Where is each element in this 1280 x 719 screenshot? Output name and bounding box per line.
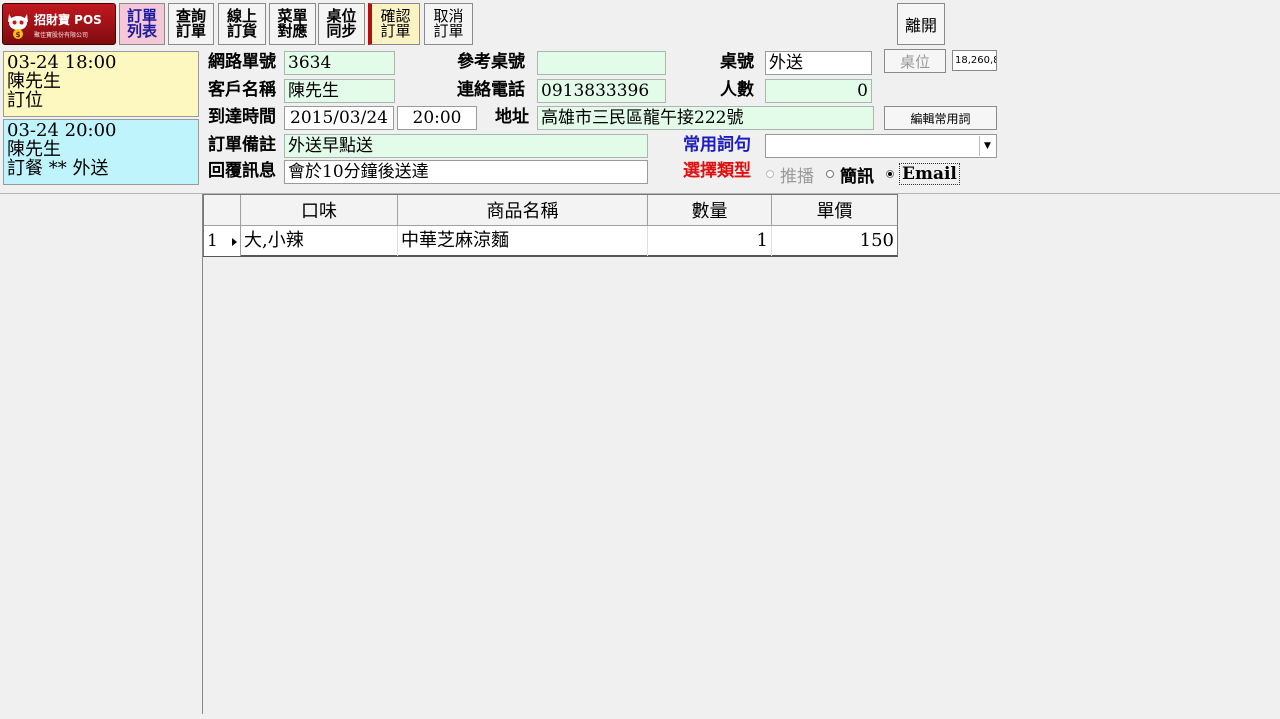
order-items-grid[interactable]: 口味 商品名稱 數量 單價 1 大,小辣 中華芝麻涼麵 1 150	[203, 194, 898, 257]
order-list-item[interactable]: 03-24 18:00 陳先生 訂位	[3, 51, 199, 117]
reply-label: 回覆訊息	[208, 161, 276, 181]
column-header-product[interactable]: 商品名稱	[398, 195, 648, 226]
cell-price[interactable]: 150	[772, 226, 897, 256]
svg-text:$: $	[16, 31, 21, 39]
order-no-field[interactable]: 3634	[284, 51, 395, 75]
query-order-button[interactable]: 查詢訂單	[168, 3, 214, 45]
phrase-label: 常用詞句	[683, 135, 751, 155]
order-customer: 陳先生	[7, 71, 61, 92]
column-header-price[interactable]: 單價	[772, 195, 897, 226]
people-label: 人數	[720, 80, 754, 100]
cell-product[interactable]: 中華芝麻涼麵	[398, 226, 648, 256]
type-email-radio[interactable]: Email	[886, 163, 960, 185]
logo-title: 招財寶 POS	[34, 13, 102, 27]
radio-icon	[826, 170, 834, 178]
phone-label: 連絡電話	[457, 80, 525, 100]
column-header-qty[interactable]: 數量	[648, 195, 772, 226]
type-push-radio[interactable]: 推播	[766, 163, 814, 187]
order-list-item[interactable]: 03-24 20:00 陳先生 訂餐 ** 外送	[3, 119, 199, 185]
note-label: 訂單備註	[208, 135, 276, 155]
online-purchase-button[interactable]: 線上訂貨	[218, 3, 266, 45]
order-type: 訂位	[7, 90, 43, 111]
address-field[interactable]: 高雄市三民區龍午接222號	[537, 106, 874, 130]
reply-field[interactable]: 會於10分鐘後送達	[284, 160, 648, 184]
table-field[interactable]: 外送	[765, 51, 872, 75]
order-time: 03-24 20:00	[7, 120, 117, 141]
address-label: 地址	[495, 107, 529, 127]
row-number: 1	[207, 231, 218, 251]
people-field[interactable]: 0	[765, 79, 872, 103]
order-no-label: 網路單號	[208, 52, 276, 72]
arrive-time-field[interactable]: 20:00	[397, 106, 477, 130]
confirm-order-button[interactable]: 確認訂單	[368, 3, 420, 45]
phone-field[interactable]: 0913833396	[537, 79, 666, 103]
row-selector[interactable]: 1	[204, 226, 241, 256]
cell-qty[interactable]: 1	[648, 226, 772, 256]
menu-mapping-button[interactable]: 菜單對應	[269, 3, 316, 45]
cat-mascot-icon: $	[8, 14, 28, 39]
note-field[interactable]: 外送早點送	[284, 134, 648, 158]
radio-selected-icon	[886, 170, 894, 178]
order-list-button[interactable]: 訂單列表	[119, 3, 165, 45]
ref-table-label: 參考桌號	[457, 52, 525, 72]
radio-icon	[766, 170, 774, 178]
order-type: 訂餐 ** 外送	[7, 158, 109, 179]
type-label: 選擇類型	[683, 161, 751, 181]
exit-button[interactable]: 離開	[897, 3, 945, 45]
logo-subtitle: 聚佳寶股份有限公司	[34, 32, 89, 39]
column-header-flavor[interactable]: 口味	[241, 195, 398, 226]
chevron-down-icon[interactable]: ▼	[979, 136, 995, 156]
order-time: 03-24 18:00	[7, 52, 117, 73]
cell-flavor[interactable]: 大,小辣	[241, 226, 398, 256]
arrive-date-field[interactable]: 2015/03/24	[284, 106, 394, 130]
seat-value-field[interactable]: 18,260,8	[952, 50, 997, 71]
app-logo: $ 招財寶 POS 聚佳寶股份有限公司	[2, 3, 116, 45]
arrive-time-label: 到達時間	[208, 107, 276, 127]
cancel-order-button[interactable]: 取消訂單	[424, 3, 473, 45]
table-sync-button[interactable]: 桌位同步	[318, 3, 365, 45]
phrase-select[interactable]: ▼	[765, 134, 997, 158]
type-sms-radio[interactable]: 簡訊	[826, 163, 874, 187]
seat-button[interactable]: 桌位	[884, 49, 946, 73]
customer-field[interactable]: 陳先生	[284, 79, 395, 103]
row-header-corner	[204, 195, 241, 226]
panel-divider	[202, 194, 203, 714]
customer-label: 客戶名稱	[208, 80, 276, 100]
ref-table-field[interactable]	[537, 51, 666, 75]
current-row-arrow-icon	[232, 238, 237, 246]
order-customer: 陳先生	[7, 139, 61, 160]
edit-phrases-button[interactable]: 編輯常用詞	[884, 106, 997, 130]
table-label: 桌號	[720, 52, 754, 72]
